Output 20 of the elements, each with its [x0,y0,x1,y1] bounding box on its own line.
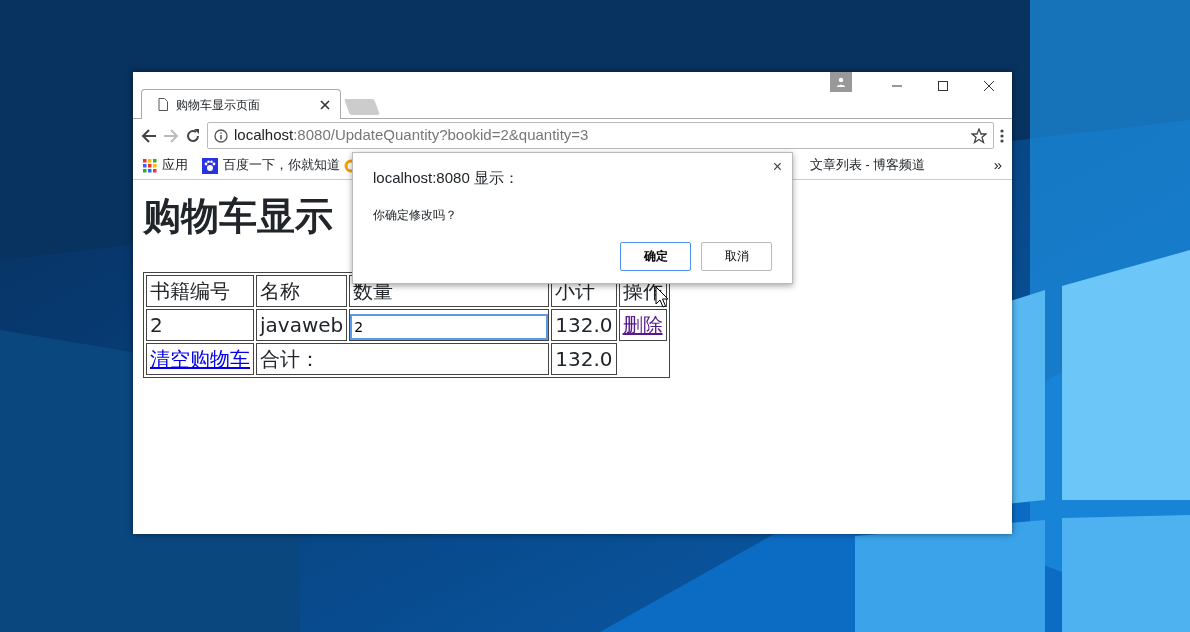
total-label: 合计： [256,343,550,375]
table-cell: 2 [146,309,254,341]
table-cell: 132.0 [551,309,617,341]
close-button[interactable]: × [770,159,784,175]
overflow-button[interactable]: » [993,154,1002,177]
dialog-title: localhost:8080 显示： [373,168,520,188]
total-value: 132.0 [551,343,617,375]
quantity-field[interactable]: 2 [350,314,549,340]
page-heading: 购物车显示 [143,193,333,240]
bookmark-link[interactable]: 文章列表 - 博客频道 [810,156,926,175]
confirm-button[interactable]: 确定 [620,241,691,271]
bookmark-link[interactable]: 百度一下，你就知道 [223,156,340,175]
dialog-message: 你确定修改吗？ [373,206,458,224]
address-bar[interactable]: localhost:8080/UpdateQuantity?bookid=2&quantity=3 [207,122,994,149]
column-header: 书籍编号 [146,275,254,307]
bookmark-link[interactable]: 应用 [162,156,188,175]
cancel-button[interactable]: 取消 [701,241,772,271]
table-cell: javaweb [256,309,348,341]
browser-tab[interactable]: 购物车显示页面 [141,89,341,119]
column-header: 名称 [256,275,348,307]
